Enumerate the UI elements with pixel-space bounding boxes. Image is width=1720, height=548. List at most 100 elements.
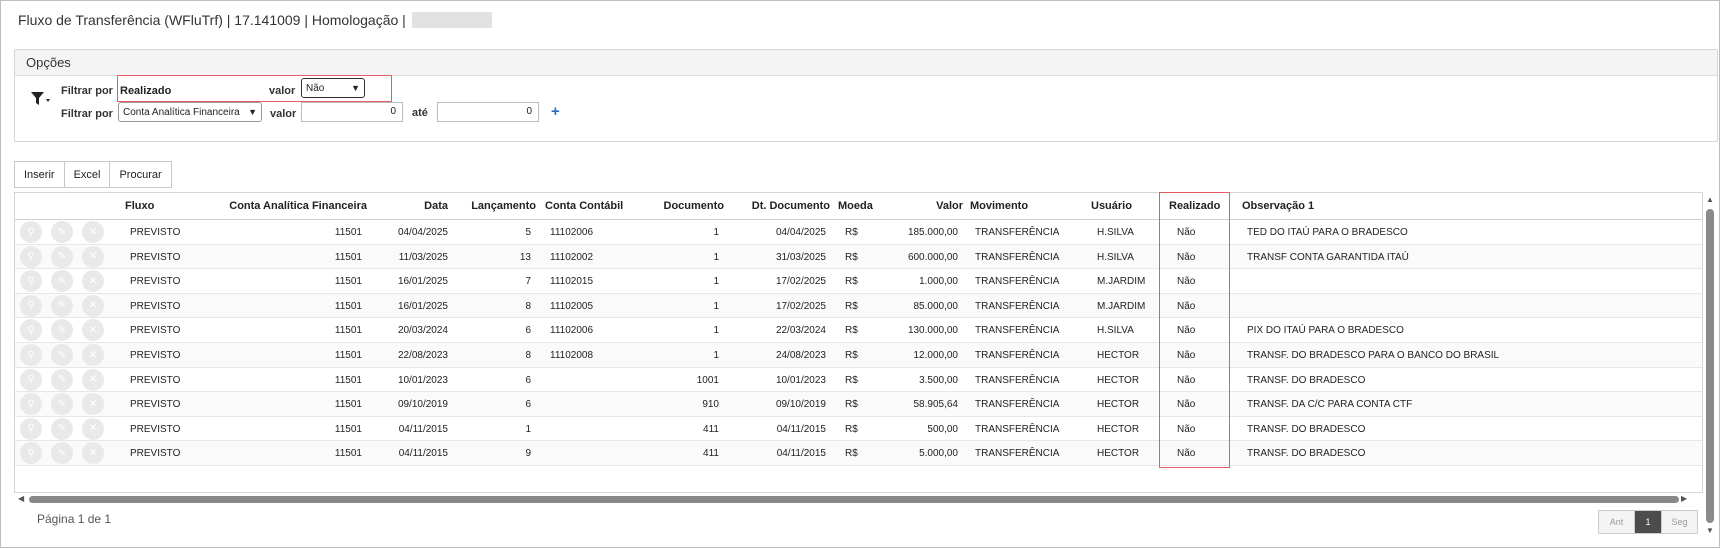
delete-icon[interactable]: ✕ [82, 294, 104, 317]
edit-icon[interactable]: ✎ [51, 294, 73, 317]
col-dt-documento-header[interactable]: Dt. Documento [752, 200, 830, 212]
table-row[interactable]: ⚲ ✎ ✕ PREVISTO 11501 04/11/2015 1 411 04/11/2015… [15, 417, 1702, 442]
col-valor-cell: 3.500,00 [919, 374, 958, 386]
col-observacao-cell: TRANSF. DA C/C PARA CONTA CTF [1247, 399, 1413, 411]
col-dt-documento-cell: 04/11/2015 [776, 423, 826, 435]
table-row[interactable]: ⚲ ✎ ✕ PREVISTO 11501 11/03/2025 13 11102002 1 31/… [15, 244, 1702, 270]
col-data-cell: 16/01/2025 [397, 276, 448, 288]
col-valor-cell: 85.000,00 [913, 300, 959, 312]
delete-icon[interactable]: ✕ [82, 368, 104, 391]
delete-icon[interactable]: ✕ [82, 221, 104, 243]
app-window: Fluxo de Transferência (WFluTrf) | 17.14… [0, 0, 1720, 548]
col-moeda-header[interactable]: Moeda [838, 200, 873, 212]
funnel-dropdown-icon[interactable] [30, 91, 52, 107]
next-page-button[interactable]: Seg [1661, 510, 1698, 534]
view-icon[interactable]: ⚲ [20, 393, 42, 416]
edit-icon[interactable]: ✎ [51, 221, 73, 243]
table-row[interactable]: ⚲ ✎ ✕ PREVISTO 11501 10/01/2023 6 1001 10/01/202… [15, 368, 1702, 393]
col-movimento-cell: TRANSFERÊNCIA [975, 399, 1060, 411]
col-lancamento-cell: 6 [525, 399, 531, 411]
edit-icon[interactable]: ✎ [51, 270, 73, 293]
table-row[interactable]: ⚲ ✎ ✕ PREVISTO 11501 16/01/2025 8 11102005 1 17/0… [15, 293, 1702, 319]
toolbar: Inserir Excel Procurar [14, 161, 172, 188]
insert-button[interactable]: Inserir [14, 161, 65, 188]
options-panel: Opções Filtrar por Realizado valor Não ▼… [14, 49, 1718, 142]
col-usuario-cell: HECTOR [1097, 374, 1140, 386]
col-usuario-header[interactable]: Usuário [1091, 200, 1132, 212]
scroll-down-icon[interactable]: ▼ [1706, 526, 1714, 535]
redacted-area [411, 12, 492, 28]
edit-icon[interactable]: ✎ [51, 245, 73, 268]
scroll-right-icon[interactable]: ▶ [1681, 494, 1687, 503]
col-fluxo-cell: PREVISTO [130, 399, 181, 411]
edit-icon[interactable]: ✎ [51, 417, 73, 440]
edit-icon[interactable]: ✎ [51, 344, 73, 366]
view-icon[interactable]: ⚲ [20, 270, 42, 293]
col-valor-header[interactable]: Valor [936, 200, 963, 212]
search-button[interactable]: Procurar [109, 161, 172, 188]
view-icon[interactable]: ⚲ [20, 221, 42, 243]
scroll-up-icon[interactable]: ▲ [1706, 195, 1714, 204]
edit-icon[interactable]: ✎ [51, 319, 73, 342]
edit-icon[interactable]: ✎ [51, 368, 73, 391]
col-moeda-cell: R$ [845, 325, 858, 337]
table-row[interactable]: ⚲ ✎ ✕ PREVISTO 11501 09/10/2019 6 910 09/10/2019… [15, 392, 1702, 417]
col-data-cell: 04/04/2025 [397, 227, 448, 238]
col-documento-cell: 1001 [696, 374, 719, 386]
col-data-header[interactable]: Data [424, 200, 448, 212]
delete-icon[interactable]: ✕ [82, 393, 104, 416]
table-row[interactable]: ⚲ ✎ ✕ PREVISTO 11501 04/11/2015 9 411 04/11/2015… [15, 441, 1702, 466]
view-icon[interactable]: ⚲ [20, 442, 42, 465]
view-icon[interactable]: ⚲ [20, 368, 42, 391]
col-conta-analitica-header[interactable]: Conta Analítica Financeira [229, 200, 367, 212]
col-lancamento-header[interactable]: Lançamento [471, 200, 536, 212]
view-icon[interactable]: ⚲ [20, 417, 42, 440]
table-row[interactable]: ⚲ ✎ ✕ PREVISTO 11501 04/04/2025 5 11102006 1 04/0… [15, 220, 1702, 245]
table-row[interactable]: ⚲ ✎ ✕ PREVISTO 11501 22/08/2023 8 11102008 1 24/0… [15, 343, 1702, 368]
col-observacao-header[interactable]: Observação 1 [1242, 200, 1314, 212]
col-observacao-cell: TRANSF. DO BRADESCO [1247, 423, 1366, 435]
col-documento-cell: 411 [703, 448, 719, 460]
delete-icon[interactable]: ✕ [82, 245, 104, 268]
excel-button[interactable]: Excel [63, 161, 111, 188]
vertical-scroll-thumb[interactable] [1706, 209, 1714, 523]
col-documento-cell: 1 [713, 325, 719, 337]
col-conta-contabil-header[interactable]: Conta Contábil [545, 200, 623, 212]
view-icon[interactable]: ⚲ [20, 319, 42, 342]
delete-icon[interactable]: ✕ [82, 442, 104, 465]
vertical-scrollbar[interactable]: ▲ ▼ [1703, 195, 1717, 535]
table-row[interactable]: ⚲ ✎ ✕ PREVISTO 11501 20/03/2024 6 11102006 1 22/0… [15, 318, 1702, 343]
table-row[interactable]: ⚲ ✎ ✕ PREVISTO 11501 16/01/2025 7 11102015 1 17/0… [15, 269, 1702, 294]
page-1-button[interactable]: 1 [1634, 510, 1662, 534]
horizontal-scroll-thumb[interactable] [29, 496, 1679, 503]
col-movimento-cell: TRANSFERÊNCIA [975, 300, 1060, 312]
col-usuario-cell: M.JARDIM [1097, 276, 1146, 288]
edit-icon[interactable]: ✎ [51, 393, 73, 416]
prev-page-button[interactable]: Ant [1598, 510, 1635, 534]
filter2-value-from-input[interactable]: 0 [301, 102, 403, 122]
delete-icon[interactable]: ✕ [82, 319, 104, 342]
delete-icon[interactable]: ✕ [82, 270, 104, 293]
delete-icon[interactable]: ✕ [82, 417, 104, 440]
col-movimento-cell: TRANSFERÊNCIA [975, 227, 1060, 238]
filter2-field-select[interactable]: Conta Analítica Financeira ▼ [118, 102, 262, 122]
filter2-label: Filtrar por [61, 108, 113, 120]
col-moeda-cell: R$ [845, 448, 858, 460]
view-icon[interactable]: ⚲ [20, 245, 42, 268]
view-icon[interactable]: ⚲ [20, 294, 42, 317]
edit-icon[interactable]: ✎ [51, 442, 73, 465]
view-icon[interactable]: ⚲ [20, 344, 42, 366]
filter2-value-to-input[interactable]: 0 [437, 102, 539, 122]
delete-icon[interactable]: ✕ [82, 344, 104, 366]
col-data-cell: 09/10/2019 [397, 399, 448, 411]
plus-icon[interactable]: + [551, 103, 560, 120]
col-movimento-header[interactable]: Movimento [970, 200, 1028, 212]
col-usuario-cell: HECTOR [1097, 448, 1140, 460]
scroll-left-icon[interactable]: ◀ [18, 494, 24, 503]
col-data-cell: 11/03/2025 [398, 251, 448, 263]
col-documento-header[interactable]: Documento [664, 200, 725, 212]
col-fluxo-header[interactable]: Fluxo [125, 200, 154, 212]
col-fluxo-cell: PREVISTO [130, 423, 181, 435]
horizontal-scrollbar[interactable]: ◀ ▶ [15, 494, 1689, 505]
col-usuario-cell: HECTOR [1097, 423, 1140, 435]
